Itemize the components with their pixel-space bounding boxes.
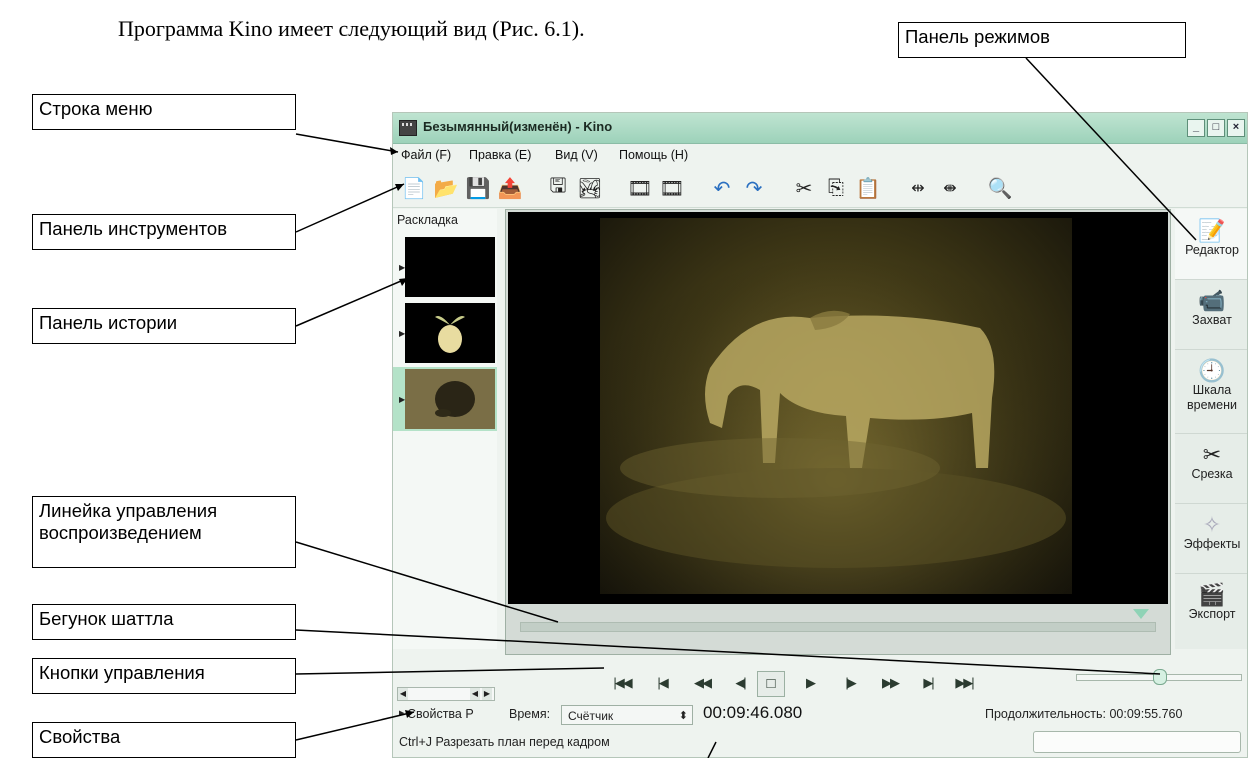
annotation-modes-panel: Панель режимов [898, 22, 1186, 58]
story-panel: Раскладка ▶ ▶ ▶ [393, 209, 497, 649]
capture-icon: 📹 [1198, 288, 1226, 313]
save-frame-icon[interactable]: 🖫 [545, 175, 571, 201]
clip-thumbnail-fruit [405, 303, 495, 363]
join-icon[interactable]: ⇼ [937, 175, 963, 201]
go-to-start-button[interactable]: |◀◀ [609, 671, 635, 695]
mode-editor[interactable]: 📝 Редактор [1175, 209, 1247, 280]
menu-view[interactable]: Вид (V) [555, 148, 598, 162]
scroll-left-icon[interactable]: ◀ [470, 688, 480, 700]
mode-trim[interactable]: ✂ Срезка [1175, 433, 1247, 504]
mode-effects[interactable]: ✧ Эффекты [1175, 503, 1247, 574]
export-icon[interactable]: 📤 [497, 175, 523, 201]
effects-icon: ✧ [1202, 512, 1222, 537]
menu-file[interactable]: Файл (F) [401, 148, 451, 162]
redo-icon[interactable]: ↷ [741, 175, 767, 201]
kino-app-icon [399, 120, 417, 136]
save-icon[interactable]: 💾 [465, 175, 491, 201]
annotation-shuttle: Бегунок шаттла [32, 604, 296, 640]
annotation-controls: Кнопки управления [32, 658, 296, 694]
export-mode-icon: 🎬 [1198, 582, 1226, 607]
timecode: 00:09:46.080 [703, 703, 803, 722]
next-frame-button[interactable]: |▶ [837, 671, 863, 695]
menu-help[interactable]: Помощь (H) [619, 148, 688, 162]
clip-thumbnail-hedgehog [405, 369, 495, 429]
toolbar: 📄 📂 💾 📤 🖫 🏞 🎞 🎞 ↶ ↷ ✂ ⎘ 📋 ⇹ ⇼ 🔍 [393, 169, 1247, 208]
shuttle-knob[interactable] [1153, 669, 1167, 685]
minimize-button[interactable]: _ [1187, 119, 1205, 137]
timeline-icon: 🕘 [1198, 358, 1226, 383]
annotation-story-panel: Панель истории [32, 308, 296, 344]
mode-label: Редактор [1185, 243, 1239, 257]
time-mode-select[interactable]: Счётчик ⬍ [561, 705, 693, 725]
select-caret-icon: ⬍ [678, 710, 688, 722]
story-clip-selected[interactable]: ▶ [393, 367, 497, 431]
insert-before-icon[interactable]: 🎞 [627, 175, 653, 201]
scrubber-position-marker[interactable] [1133, 609, 1149, 619]
time-mode-value: Счётчик [568, 709, 614, 723]
status-bar: Ctrl+J Разрезать план перед кадром [393, 731, 1247, 755]
progress-bar [1033, 731, 1241, 753]
modes-panel: 📝 Редактор 📹 Захват 🕘 Шкала времени ✂ Ср… [1175, 209, 1247, 649]
zoom-icon[interactable]: 🔍 [987, 175, 1013, 201]
annotation-playback-ruler: Линейка управления воспроизведением [32, 496, 296, 568]
close-button[interactable]: × [1227, 119, 1245, 137]
rewind-button[interactable]: ◀◀ [689, 671, 715, 695]
story-clip[interactable]: ▶ [393, 235, 497, 299]
previous-scene-button[interactable]: |◀ [649, 671, 675, 695]
open-folder-icon[interactable]: 📂 [433, 175, 459, 201]
mode-label: Экспорт [1188, 607, 1236, 621]
scroll-right-icon[interactable]: ▶ [482, 688, 492, 700]
kino-window: Безымянный(изменён) - Kino _ □ × Файл (F… [392, 112, 1248, 758]
preview-area [505, 209, 1171, 655]
split-icon[interactable]: ⇹ [905, 175, 931, 201]
mode-capture[interactable]: 📹 Захват [1175, 279, 1247, 350]
editor-icon: 📝 [1198, 218, 1226, 243]
status-row: ▶ Свойства P Время: Счётчик ⬍ 00:09:46.0… [393, 703, 1247, 729]
new-file-icon[interactable]: 📄 [401, 175, 427, 201]
copy-icon[interactable]: ⎘ [823, 175, 849, 201]
mode-timeline[interactable]: 🕘 Шкала времени [1175, 349, 1247, 434]
paste-icon[interactable]: 📋 [855, 175, 881, 201]
expand-properties-icon[interactable]: ▶ [399, 709, 404, 717]
scroll-left-icon[interactable]: ◀ [398, 688, 408, 700]
clip-thumbnail-black [405, 237, 495, 297]
story-clip[interactable]: ▶ [393, 301, 497, 365]
trim-icon: ✂ [1202, 442, 1222, 467]
story-label: Раскладка [397, 213, 458, 227]
video-frame-image [600, 218, 1072, 594]
window-title: Безымянный(изменён) - Kino [423, 119, 613, 134]
mode-label: Шкала времени [1187, 383, 1237, 412]
time-label: Время: [509, 707, 551, 721]
story-hscrollbar[interactable]: ◀ ◀ ▶ [397, 687, 495, 701]
publish-icon[interactable]: 🏞 [577, 175, 603, 201]
fast-forward-button[interactable]: ▶▶ [877, 671, 903, 695]
mode-label: Захват [1192, 313, 1232, 327]
stop-button[interactable]: □ [757, 671, 785, 697]
previous-frame-button[interactable]: ◀| [727, 671, 753, 695]
title-bar[interactable]: Безымянный(изменён) - Kino _ □ × [393, 113, 1247, 144]
next-scene-button[interactable]: ▶| [915, 671, 941, 695]
status-hint: Ctrl+J Разрезать план перед кадром [399, 735, 610, 749]
playback-scrubber[interactable] [520, 609, 1156, 632]
mode-label: Срезка [1191, 467, 1233, 481]
annotation-menu-bar: Строка меню [32, 94, 296, 130]
play-button[interactable]: ▶ [797, 671, 823, 695]
mode-label: Эффекты [1183, 537, 1241, 551]
menu-edit[interactable]: Правка (E) [469, 148, 531, 162]
insert-after-icon[interactable]: 🎞 [659, 175, 685, 201]
document-caption: Программа Kino имеет следующий вид (Рис.… [118, 16, 585, 41]
maximize-button[interactable]: □ [1207, 119, 1225, 137]
go-to-end-button[interactable]: ▶▶| [951, 671, 977, 695]
annotation-properties: Свойства [32, 722, 296, 758]
mode-export[interactable]: 🎬 Экспорт [1175, 573, 1247, 643]
undo-icon[interactable]: ↶ [709, 175, 735, 201]
properties-toggle[interactable]: Свойства P [407, 707, 474, 721]
menu-bar: Файл (F) Правка (E) Вид (V) Помощь (H) [393, 144, 1247, 168]
shuttle-slider[interactable] [1076, 669, 1242, 685]
video-preview[interactable] [508, 212, 1168, 604]
cut-icon[interactable]: ✂ [791, 175, 817, 201]
annotation-toolbar: Панель инструментов [32, 214, 296, 250]
duration-label: Продолжительность: 00:09:55.760 [985, 707, 1183, 721]
